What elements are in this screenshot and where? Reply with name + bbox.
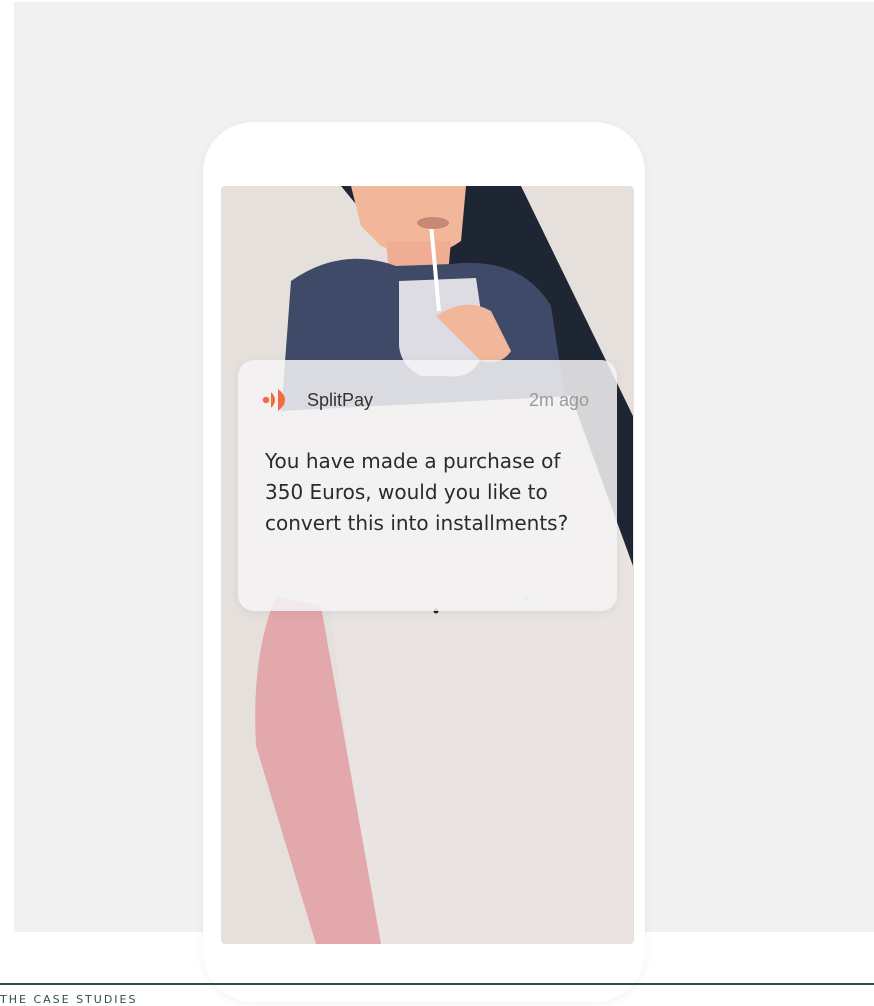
lips-shape	[417, 217, 449, 229]
push-notification[interactable]: SplitPay 2m ago You have made a purchase…	[238, 360, 617, 611]
notification-message: You have made a purchase of 350 Euros, w…	[265, 449, 569, 535]
notification-app-name: SplitPay	[307, 390, 374, 410]
notification-timestamp: 2m ago	[528, 390, 589, 410]
splitpay-logo-icon	[262, 389, 285, 411]
footer-divider	[0, 983, 874, 985]
footer-label: THE CASE STUDIES	[0, 993, 138, 1006]
